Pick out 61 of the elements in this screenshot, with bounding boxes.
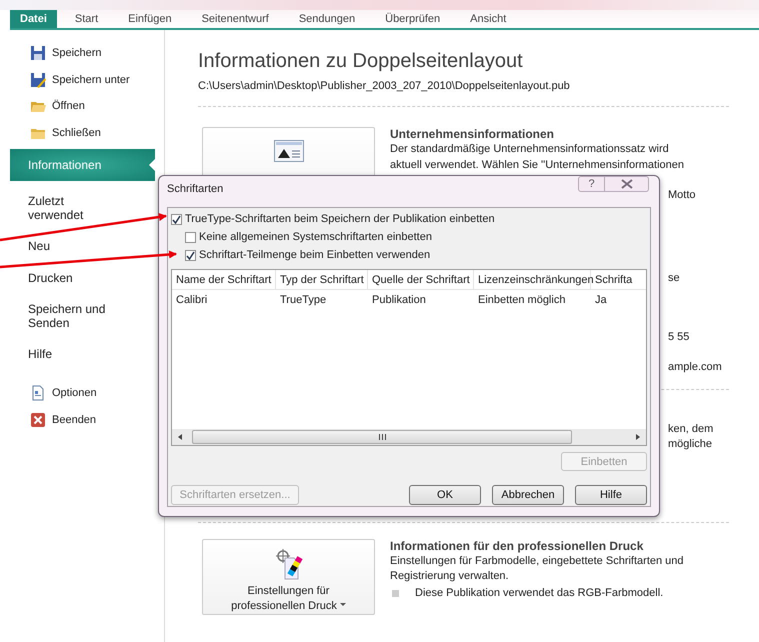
ribbon-tab[interactable]: Überprüfen (373, 10, 452, 28)
checkbox-label: TrueType-Schriftarten beim Speichern der Publikation einbetten (185, 213, 495, 225)
close-icon (620, 179, 632, 189)
checkbox-label: Keine allgemeinen Systemschriftarten einbetten (199, 231, 432, 243)
horizontal-scrollbar[interactable] (172, 429, 646, 445)
file-path: C:\Users\admin\Desktop\Publisher_2003_207_2010\Doppelseitenlayout.pub (198, 80, 571, 92)
document-icon (30, 385, 46, 402)
menu-item[interactable]: Speichern unter (10, 66, 164, 93)
description-text: Motto (668, 188, 697, 203)
menu-item[interactable]: Beenden (10, 406, 164, 433)
menu-item[interactable]: Öffnen (10, 93, 164, 120)
info-text: Diese Publikation verwendet das RGB-Farbmodell. (415, 587, 664, 599)
description-text: Einstellungen für Farbmodelle, eingebettete Schriftarten und Registrierung verwalten. (390, 554, 685, 584)
menu-item[interactable]: Optionen (10, 380, 164, 406)
table-cell-text: Calibri (175, 294, 208, 306)
description-text: Der standardmäßige Unternehmensinformationssatz wird (390, 142, 670, 157)
bullet-icon (392, 590, 399, 596)
dialog-button[interactable]: Abbrechen (492, 485, 564, 505)
help-button[interactable]: ? (578, 176, 605, 192)
description-text: mögliche (668, 437, 714, 452)
description-text: aktuell verwendet. Wählen Sie ''Unternehmensinformationen (390, 158, 686, 173)
table-cell-text: Einbetten möglich (477, 294, 566, 306)
close-button[interactable] (605, 176, 649, 192)
close-icon (30, 412, 46, 428)
ribbon-tab[interactable]: Datei (10, 10, 57, 28)
section-heading: Unternehmensinformationen (390, 127, 556, 141)
column-header[interactable]: Quelle der Schriftart (368, 270, 474, 290)
description-text: ken, dem (668, 422, 714, 437)
description-text: ample.com (668, 360, 723, 375)
menu-item[interactable]: Speichern (10, 40, 164, 66)
color-pencil-icon (274, 548, 304, 580)
column-header[interactable]: Typ der Schriftart (276, 270, 368, 290)
section-heading: Informationen für den professionellen Druck (390, 539, 644, 553)
description-text: 5 55 (668, 330, 690, 345)
checkbox[interactable] (185, 232, 196, 242)
ribbon-tab[interactable]: Ansicht (458, 10, 518, 28)
print-settings-button[interactable]: Einstellungen für professionellen Druck (202, 539, 375, 615)
ribbon-tab[interactable]: Einfügen (116, 10, 184, 28)
menu-item[interactable]: Schließen (10, 120, 164, 146)
checkmark-icon (186, 250, 195, 260)
grip-icon (378, 433, 386, 441)
right-arrow-icon (634, 433, 642, 441)
ribbon-tab[interactable]: Sendungen (286, 10, 368, 28)
ribbon-tab[interactable]: Start (62, 10, 110, 28)
checkmark-icon (172, 214, 181, 224)
table-cell-text: Ja (594, 294, 608, 306)
column-header[interactable]: Name der Schriftart (172, 270, 276, 290)
table-cell-text: TrueType (279, 294, 328, 306)
dialog-button[interactable]: Hilfe (575, 485, 647, 505)
left-arrow-icon (176, 433, 184, 441)
checkbox-label: Schriftart-Teilmenge beim Einbetten verwenden (199, 249, 430, 261)
table-cell-text: Publikation (371, 294, 427, 306)
dialog-button[interactable]: OK (409, 485, 481, 505)
ribbon-tab[interactable]: Seitenentwurf (190, 10, 281, 28)
column-header[interactable]: Lizenzeinschränkungen (474, 270, 591, 290)
image-text-icon (274, 140, 304, 162)
checkbox[interactable] (185, 250, 196, 260)
description-text: se (668, 271, 681, 286)
page-title: Informationen zu Doppelseitenlayout (198, 50, 524, 74)
checkbox[interactable] (171, 214, 182, 224)
dialog-title: Schriftarten (167, 183, 224, 195)
